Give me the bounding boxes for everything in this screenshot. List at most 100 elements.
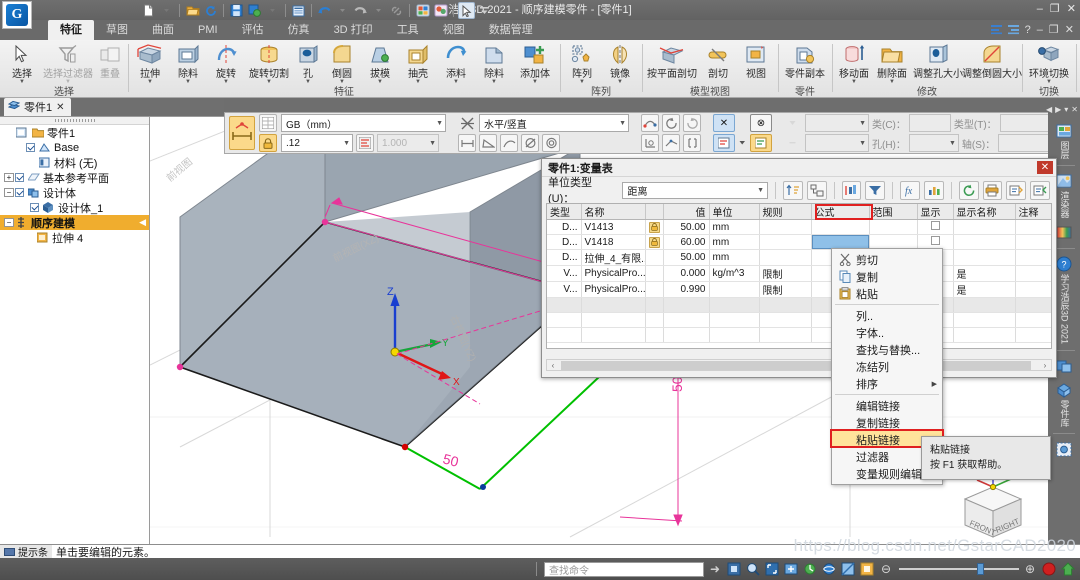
doc-restore-button[interactable]: ❐	[1049, 23, 1059, 36]
chevron-down-icon[interactable]: ▼	[851, 79, 857, 85]
select-cursor-icon[interactable]	[458, 2, 475, 19]
tree-selection-arrow[interactable]: ◀	[139, 217, 146, 228]
zoom-slider-track[interactable]	[899, 563, 1019, 575]
scale-select[interactable]: 1.000 ▼	[377, 134, 439, 152]
undo-icon[interactable]	[316, 2, 333, 19]
dock-prev-icon[interactable]: ◀	[1046, 105, 1052, 114]
dock-item-parts-library[interactable]: 零件库	[1051, 381, 1077, 427]
dim-concentric-button[interactable]	[542, 134, 560, 152]
chevron-down-icon[interactable]: ▼	[453, 79, 459, 85]
import-icon[interactable]	[1030, 180, 1050, 200]
chevron-down-icon[interactable]: ▼	[491, 79, 497, 85]
help-button[interactable]: ?	[1025, 24, 1031, 36]
scroll-right-arrow[interactable]: ›	[1039, 361, 1051, 370]
show-checkbox[interactable]	[930, 236, 940, 245]
chevron-down-icon[interactable]: ▼	[619, 120, 626, 127]
chevron-down-icon[interactable]: ▼	[415, 79, 421, 85]
th-value[interactable]: 值	[663, 204, 710, 220]
rotate-view-icon[interactable]	[802, 561, 818, 577]
tree-checkbox[interactable]	[15, 173, 24, 182]
tree-node-material[interactable]: 材料 (无)	[0, 155, 149, 170]
context-menu-item-paste[interactable]: 粘贴	[832, 285, 942, 302]
cell-lock[interactable]	[645, 234, 664, 250]
chevron-down-icon[interactable]: ▼	[579, 79, 585, 85]
home-view-icon[interactable]	[1060, 561, 1076, 577]
dock-next-icon[interactable]: ▶	[1055, 105, 1061, 114]
tree-node-extrude-4[interactable]: 拉伸 4	[0, 230, 149, 245]
ribbon-button-add-material[interactable]: 添料 ▼	[437, 40, 475, 85]
zoom-out-icon[interactable]: ⊖	[878, 561, 894, 577]
stats-icon[interactable]	[923, 180, 944, 200]
ribbon-button-overlap[interactable]: 重叠	[95, 40, 125, 80]
tree-expander[interactable]	[4, 128, 14, 137]
dialog-title-bar[interactable]: 零件1:变量表 ✕	[542, 159, 1056, 177]
chevron-down-icon[interactable]: ▼	[1046, 79, 1052, 85]
precision-select[interactable]: .12 ▼	[281, 134, 353, 152]
no-orientation-icon[interactable]	[458, 114, 476, 132]
dim-coord-button[interactable]	[641, 134, 659, 152]
scroll-left-arrow[interactable]: ‹	[547, 361, 559, 370]
th-range[interactable]: 范围	[869, 204, 918, 220]
ribbon-button-switch-env[interactable]: 环境切换 ▼	[1025, 40, 1073, 85]
zoom-in-icon[interactable]: ⊕	[1022, 561, 1038, 577]
cancel-button[interactable]: ⊗	[750, 114, 772, 132]
sort-icon[interactable]	[783, 180, 803, 200]
zoom-window-icon[interactable]	[726, 561, 742, 577]
document-tab-part1[interactable]: 零件1 ✕	[4, 98, 71, 116]
dock-item-sensor[interactable]	[1051, 440, 1077, 458]
save-all-icon[interactable]	[246, 2, 263, 19]
lock-dimension-button[interactable]	[259, 134, 277, 152]
hole-size-select[interactable]: ▼	[908, 134, 959, 152]
ribbon-button-remove-material[interactable]: 除料 ▼	[475, 40, 513, 85]
theme-icon[interactable]	[432, 2, 449, 19]
cell-show[interactable]	[917, 219, 954, 235]
th-comment[interactable]: 注释	[1015, 204, 1051, 220]
chevron-down-icon[interactable]: ▼	[266, 79, 272, 85]
standard-select[interactable]: GB（mm） ▼	[281, 114, 446, 132]
table-style-button[interactable]	[259, 114, 277, 132]
dim-rotate-ccw-button[interactable]	[683, 114, 701, 132]
export-icon[interactable]	[1006, 180, 1027, 200]
chevron-down-icon[interactable]: ▼	[339, 79, 345, 85]
dim-between-button[interactable]	[458, 134, 476, 152]
ribbon-button-resize-hole[interactable]: 调整孔大小	[911, 40, 965, 80]
ribbon-button-select-filter[interactable]: 选择过滤器 ▼	[41, 40, 95, 85]
chevron-down-icon[interactable]: ▼	[223, 79, 229, 85]
chevron-down-icon[interactable]: ▼	[65, 79, 71, 85]
th-formula[interactable]: 公式	[811, 204, 870, 220]
close-icon[interactable]: ✕	[56, 102, 64, 113]
orientation-select[interactable]: 水平/竖直 ▼	[479, 114, 629, 132]
context-menu-item-font[interactable]: 字体..	[832, 324, 942, 341]
smart-dimension-icon[interactable]	[229, 116, 255, 150]
cell-name[interactable]: PhysicalPro...	[581, 265, 646, 282]
chevron-down-icon[interactable]: ▼	[757, 187, 764, 194]
cell-name[interactable]: V1418	[581, 234, 646, 250]
tab-evaluate[interactable]: 评估	[230, 20, 276, 40]
find-go-icon[interactable]: ➜	[707, 561, 723, 577]
zoom-slider-knob[interactable]	[977, 563, 984, 575]
dock-menu-icon[interactable]: ▾	[1064, 105, 1068, 114]
ribbon-button-hole[interactable]: 孔 ▼	[293, 40, 323, 85]
cell-value[interactable]: 0.990	[663, 281, 710, 298]
unit-type-select[interactable]: 距离 ▼	[621, 181, 769, 199]
chevron-down-icon[interactable]: ▼	[859, 120, 866, 127]
save-icon[interactable]	[228, 2, 245, 19]
table-row[interactable]: D... 拉伸_4_有限... 50.00 mm	[547, 249, 1051, 266]
cell-formula[interactable]	[811, 219, 870, 235]
refresh-icon[interactable]	[958, 180, 979, 200]
cell-name[interactable]: 拉伸_4_有限...	[581, 249, 646, 266]
table-row[interactable]: V... PhysicalPro... 0.990 限制 是	[547, 281, 1051, 298]
dim-diameter-button[interactable]	[521, 134, 539, 152]
class-select[interactable]: ▼	[805, 114, 869, 132]
chevron-down-icon[interactable]: ▼	[436, 120, 443, 127]
tree-node-part1[interactable]: 零件1	[0, 125, 149, 140]
tab-tools[interactable]: 工具	[385, 20, 431, 40]
dock-close-icon[interactable]: ✕	[1071, 105, 1078, 114]
dim-apply-button[interactable]	[750, 134, 772, 152]
ribbon-button-revolve-cut[interactable]: 旋转切割 ▼	[245, 40, 293, 85]
doc-close-button[interactable]: ✕	[1065, 23, 1074, 36]
table-row[interactable]: V... PhysicalPro... 0.000 kg/m^3 限制 是	[547, 265, 1051, 282]
context-menu-item-copy-link[interactable]: 复制链接	[832, 414, 942, 431]
function-icon[interactable]: fx	[900, 180, 920, 200]
dialog-close-button[interactable]: ✕	[1037, 161, 1053, 174]
